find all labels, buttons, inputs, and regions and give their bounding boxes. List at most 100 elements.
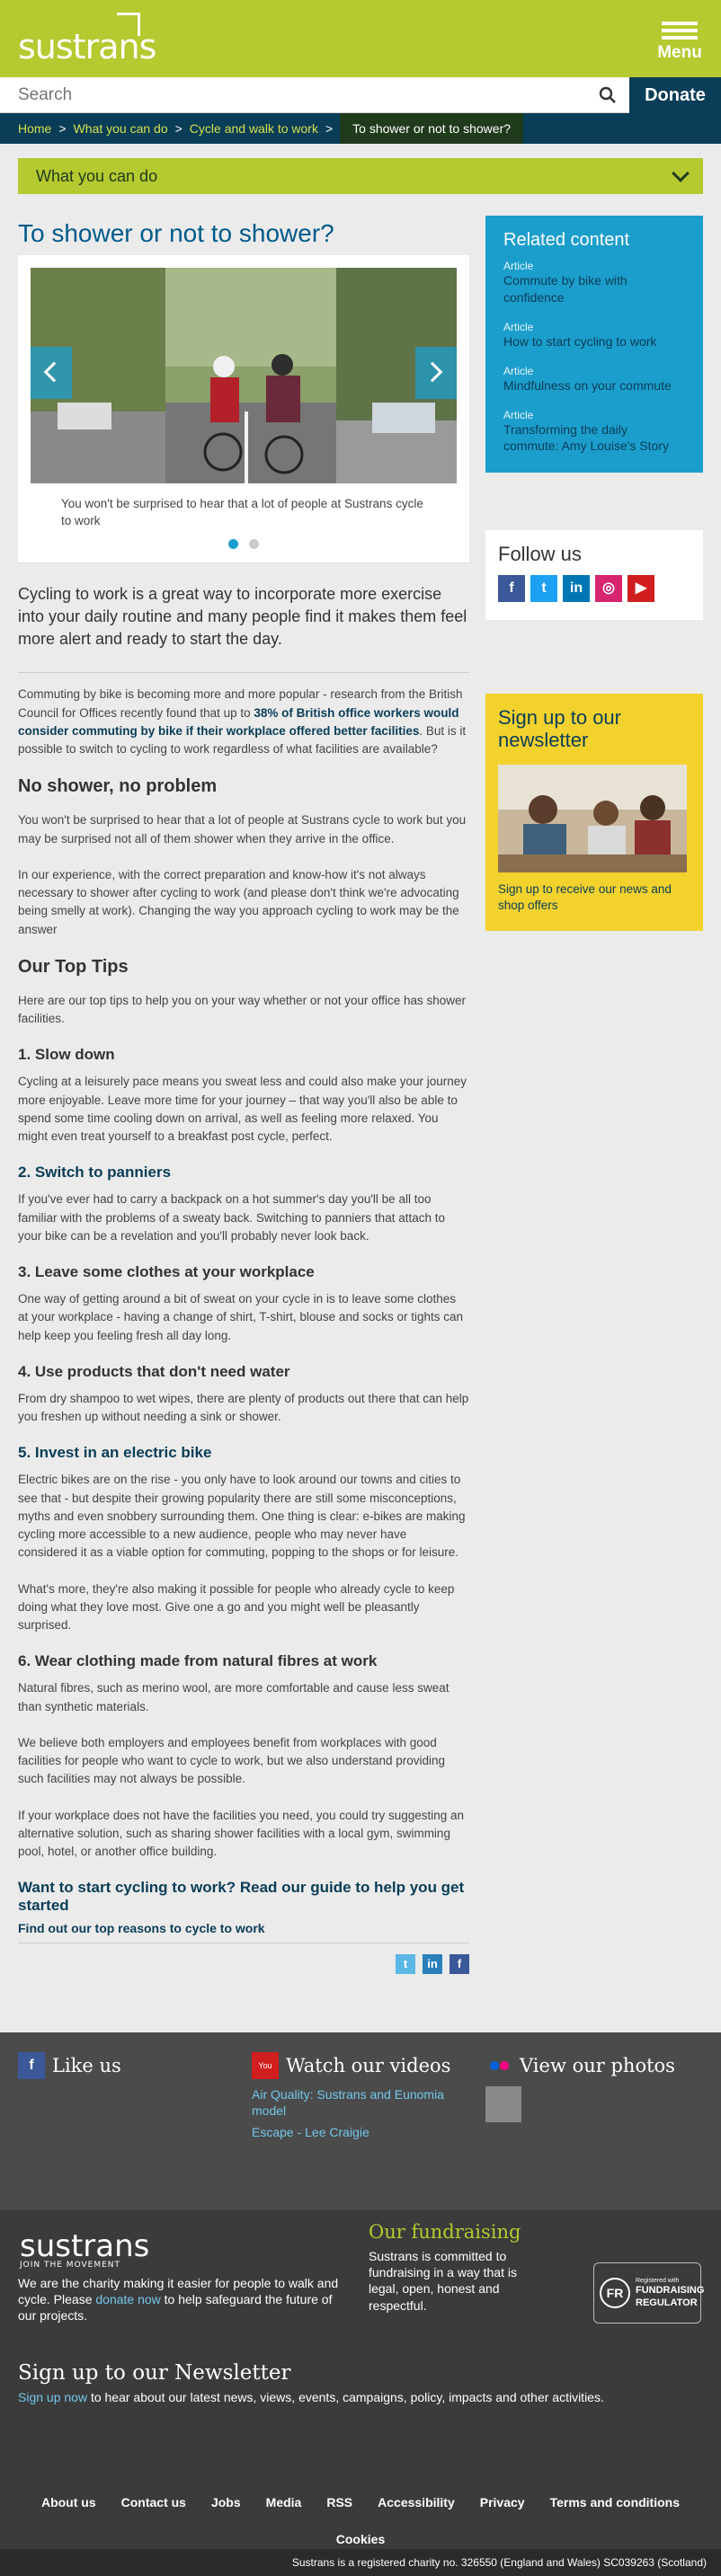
breadcrumb: Home > What you can do > Cycle and walk to… [0, 113, 721, 144]
related-kind: Article [503, 260, 534, 272]
related-title[interactable]: Commute by bike with confidence [503, 272, 685, 306]
donate-now-link[interactable]: donate now [95, 2292, 160, 2306]
fundraising-heading: Our fundraising [369, 2221, 521, 2243]
breadcrumb-what-you-can-do[interactable]: What you can do [74, 121, 168, 136]
facebook-share-icon[interactable]: f [450, 1954, 469, 1975]
newsletter-heading[interactable]: Sign up to our newsletter [498, 706, 690, 752]
fundraising-text: Sustrans is committed to fundraising in … [369, 2249, 517, 2313]
related-title[interactable]: Transforming the daily commute: Amy Loui… [503, 421, 685, 456]
footer-link-jobs[interactable]: Jobs [211, 2495, 241, 2510]
paragraph: You won't be surprised to hear that a lo… [18, 813, 467, 845]
footer-logo-text: sustrans [20, 2228, 150, 2264]
instagram-icon[interactable]: ◎ [595, 575, 622, 602]
paragraph: If your workplace does not have the faci… [18, 1808, 465, 1859]
sign-up-now-link[interactable]: Sign up now [18, 2390, 87, 2404]
footer-photos: View our photos [485, 2052, 675, 2122]
hamburger-bar [662, 29, 698, 32]
text: to hear about our latest news, views, ev… [87, 2390, 604, 2404]
regulator-name: FUNDRAISING REGULATOR [636, 2285, 705, 2308]
menu-label: Menu [657, 43, 702, 62]
slide-caption: You won't be surprised to hear that a lo… [61, 497, 423, 527]
linkedin-icon[interactable]: in [563, 575, 590, 602]
footer-link-contact[interactable]: Contact us [121, 2495, 186, 2510]
photo-thumbnail[interactable] [485, 2086, 521, 2122]
breadcrumb-separator: > [325, 121, 334, 136]
video-link[interactable]: Air Quality: Sustrans and Eunomia model [252, 2086, 458, 2119]
search-bar: Donate [0, 77, 721, 113]
carousel-dot[interactable] [249, 538, 259, 549]
carousel-prev-button[interactable] [31, 347, 72, 399]
cyclists-photo [31, 268, 457, 483]
footer-link-terms[interactable]: Terms and conditions [550, 2495, 680, 2510]
breadcrumb-home[interactable]: Home [18, 121, 51, 136]
youtube-icon[interactable]: ▶ [628, 575, 654, 602]
chevron-right-icon [422, 361, 443, 383]
chevron-down-icon [672, 164, 690, 182]
charity-notice: Sustrans is a registered charity no. 326… [0, 2549, 721, 2576]
breadcrumb-separator: > [174, 121, 182, 136]
search-icon[interactable] [597, 84, 619, 106]
newsletter-text: Sign up to receive our news and shop off… [498, 881, 672, 913]
image-carousel: You won't be surprised to hear that a lo… [18, 255, 469, 563]
chevron-left-icon [43, 361, 65, 383]
footer-fundraising: Our fundraising Sustrans is committed to… [369, 2221, 530, 2314]
cta-heading-link[interactable]: Want to start cycling to work? Read our … [18, 1879, 469, 1914]
heading-top-tips: Our Top Tips [18, 956, 129, 977]
tip-heading: 3. Leave some clothes at your workplace [18, 1263, 315, 1281]
facebook-icon: f [18, 2052, 45, 2079]
hamburger-bar [662, 36, 698, 40]
breadcrumb-cycle-walk-work[interactable]: Cycle and walk to work [190, 121, 318, 136]
newsletter-photo [498, 764, 687, 872]
video-link[interactable]: Escape - Lee Craigie [252, 2124, 458, 2140]
section-dropdown[interactable]: What you can do [18, 158, 703, 194]
related-item[interactable]: Article How to start cycling to work [503, 321, 685, 350]
page-title: To shower or not to shower? [18, 219, 334, 247]
watch-videos-heading[interactable]: Watch our videos [286, 2055, 450, 2076]
related-item[interactable]: Article Mindfulness on your commute [503, 365, 685, 394]
search-input[interactable] [18, 83, 593, 108]
footer-videos: You Watch our videos Air Quality: Sustran… [252, 2052, 458, 2141]
paragraph: Commuting by bike is becoming more and m… [18, 686, 469, 758]
tip-heading: 1. Slow down [18, 1046, 115, 1064]
twitter-icon[interactable]: t [530, 575, 557, 602]
tip-text: Cycling at a leisurely pace means you sw… [18, 1075, 467, 1144]
menu-button[interactable]: Menu [656, 18, 703, 63]
related-title[interactable]: How to start cycling to work [503, 333, 685, 350]
footer-link-privacy[interactable]: Privacy [480, 2495, 525, 2510]
footer-link-accessibility[interactable]: Accessibility [378, 2495, 455, 2510]
article-content: You won't be surprised to hear that a lo… [18, 255, 469, 1975]
related-item[interactable]: Article Commute by bike with confidence [503, 260, 685, 306]
flickr-icon [485, 2052, 512, 2079]
footer-link-rss[interactable]: RSS [326, 2495, 352, 2510]
paragraph: Here are our top tips to help you on you… [18, 993, 467, 1026]
footer-link-media[interactable]: Media [266, 2495, 302, 2510]
breadcrumb-current: To shower or not to shower? [340, 113, 524, 144]
related-content: Related content Article Commute by bike w… [485, 216, 703, 474]
newsletter-box[interactable]: Sign up to our newsletter Sign up to rec… [485, 694, 703, 932]
regulator-text: Registered with FUNDRAISING REGULATOR [636, 2278, 704, 2309]
carousel-dots [31, 537, 457, 553]
carousel-dot-active[interactable] [228, 538, 238, 549]
tip-text: From dry shampoo to wet wipes, there are… [18, 1391, 469, 1424]
footer-link-about[interactable]: About us [41, 2495, 96, 2510]
related-title[interactable]: Mindfulness on your commute [503, 377, 685, 394]
footer-social: f Like us You Watch our videos Air Quality… [0, 2032, 721, 2230]
related-kind: Article [503, 364, 534, 377]
like-us-heading[interactable]: Like us [52, 2055, 121, 2076]
footer-link-cookies[interactable]: Cookies [336, 2532, 385, 2546]
fundraising-regulator-badge[interactable]: FR Registered with FUNDRAISING REGULATOR [593, 2262, 704, 2324]
footer-like-us[interactable]: f Like us [18, 2052, 121, 2079]
cta-link[interactable]: Find out our top reasons to cycle to wor… [18, 1921, 469, 1935]
carousel-next-button[interactable] [415, 347, 457, 399]
footer-links: About us Contact us Jobs Media RSS Accessibil… [0, 2484, 721, 2558]
related-item[interactable]: Article Transforming the daily commute: A… [503, 409, 685, 456]
share-bar: t in f [18, 1943, 469, 1975]
facebook-icon[interactable]: f [498, 575, 525, 602]
related-heading: Related content [503, 230, 630, 250]
paragraph: In our experience, with the correct prep… [18, 867, 459, 936]
donate-button[interactable]: Donate [629, 77, 721, 113]
twitter-share-icon[interactable]: t [396, 1954, 415, 1975]
view-photos-heading[interactable]: View our photos [520, 2055, 675, 2076]
footer-logo[interactable]: sustrans JOIN THE MOVEMENT [20, 2228, 149, 2270]
linkedin-share-icon[interactable]: in [423, 1954, 442, 1975]
